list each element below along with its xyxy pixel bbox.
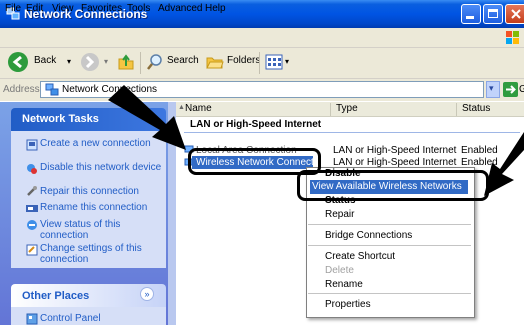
arrow-right-icon [484, 132, 524, 196]
annotation-arrows [108, 85, 524, 196]
arrow-left-icon [108, 85, 186, 150]
